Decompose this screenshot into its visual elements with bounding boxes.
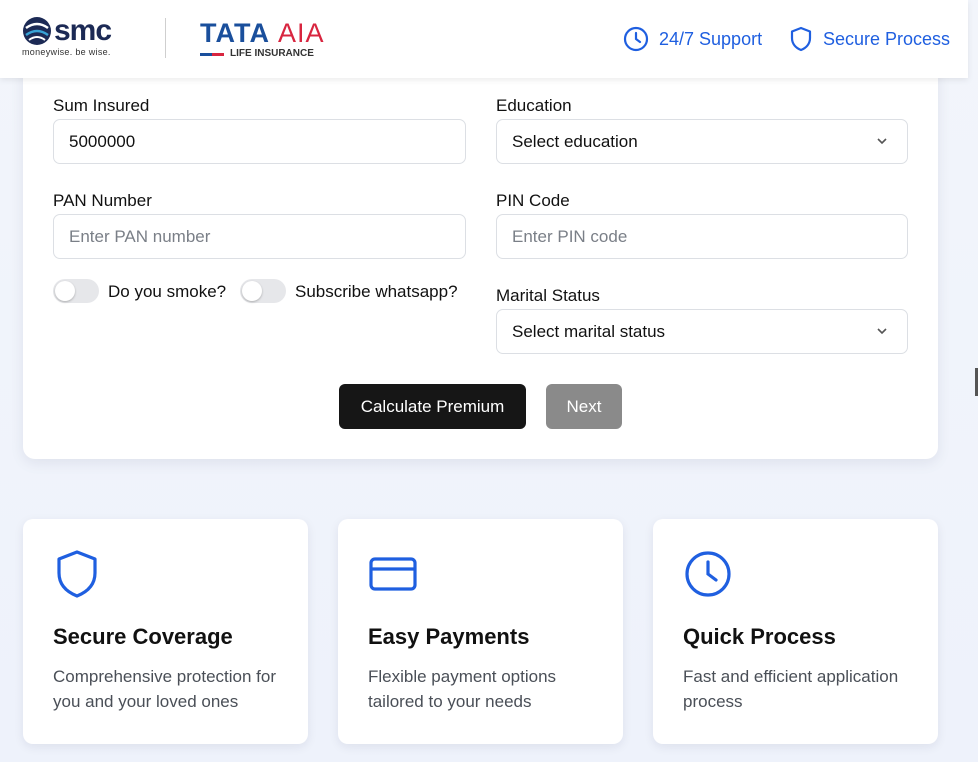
calculate-premium-button[interactable]: Calculate Premium — [339, 384, 526, 429]
pin-input[interactable]: Enter PIN code — [496, 214, 908, 259]
marital-status-select[interactable]: Select marital status — [496, 309, 908, 354]
feature-card-quick-process: Quick Process Fast and efficient applica… — [653, 519, 938, 744]
smc-tagline: moneywise. be wise. — [22, 47, 111, 57]
clock-icon — [623, 26, 649, 52]
shield-icon — [790, 26, 812, 52]
feature-description: Flexible payment options tailored to you… — [368, 667, 557, 711]
marital-status-label: Marital Status — [496, 286, 600, 305]
feature-title: Quick Process — [683, 624, 836, 649]
top-header: smc moneywise. be wise. TATA AIA LIFE INS… — [0, 0, 968, 78]
tata-aia-wordmark: TATA AIA — [200, 18, 325, 49]
secure-process-link[interactable]: Secure Process — [789, 26, 950, 52]
tata-wordmark: TATA — [200, 18, 270, 48]
education-select-value: Select education — [512, 131, 638, 151]
smc-globe-icon — [23, 17, 51, 45]
tata-color-bar — [200, 53, 224, 56]
aia-wordmark: AIA — [277, 18, 325, 48]
support-label: 24/7 Support — [659, 28, 763, 49]
clock-icon — [685, 551, 731, 597]
smoke-label: Do you smoke? — [108, 282, 227, 301]
support-link[interactable]: 24/7 Support — [623, 26, 762, 52]
whatsapp-label: Subscribe whatsapp? — [295, 282, 458, 301]
next-button[interactable]: Next — [546, 384, 622, 429]
sum-insured-label: Sum Insured — [53, 96, 150, 115]
tata-aia-logo[interactable]: TATA AIA LIFE INSURANCE — [200, 18, 350, 62]
pan-input[interactable]: Enter PAN number — [53, 214, 466, 259]
smc-logo[interactable]: smc moneywise. be wise. — [22, 14, 142, 60]
tata-subtitle: LIFE INSURANCE — [230, 48, 314, 59]
education-select[interactable]: Select education — [496, 119, 908, 164]
feature-card-easy-payments: Easy Payments Flexible payment options t… — [338, 519, 623, 744]
smc-wordmark: smc — [54, 14, 112, 47]
whatsapp-toggle[interactable] — [240, 279, 286, 303]
credit-card-icon — [369, 557, 417, 591]
feature-title: Secure Coverage — [53, 624, 233, 649]
secure-process-label: Secure Process — [823, 28, 951, 49]
chevron-down-icon — [877, 138, 887, 145]
premium-form-card: Sum Insured 5000000 Education Select edu… — [23, 60, 938, 459]
marital-status-value: Select marital status — [512, 321, 666, 341]
sum-insured-input[interactable]: 5000000 — [53, 119, 466, 164]
education-label: Education — [496, 96, 572, 115]
feature-description: Comprehensive protection for you and you… — [53, 667, 277, 711]
header-divider — [165, 18, 166, 58]
smoke-toggle[interactable] — [53, 279, 99, 303]
pin-label: PIN Code — [496, 191, 570, 210]
feature-title: Easy Payments — [368, 624, 530, 649]
feature-card-secure-coverage: Secure Coverage Comprehensive protection… — [23, 519, 308, 744]
shield-icon — [57, 550, 97, 598]
chevron-down-icon — [877, 328, 887, 335]
pan-label: PAN Number — [53, 191, 152, 210]
feature-description: Fast and efficient application process — [683, 667, 899, 711]
